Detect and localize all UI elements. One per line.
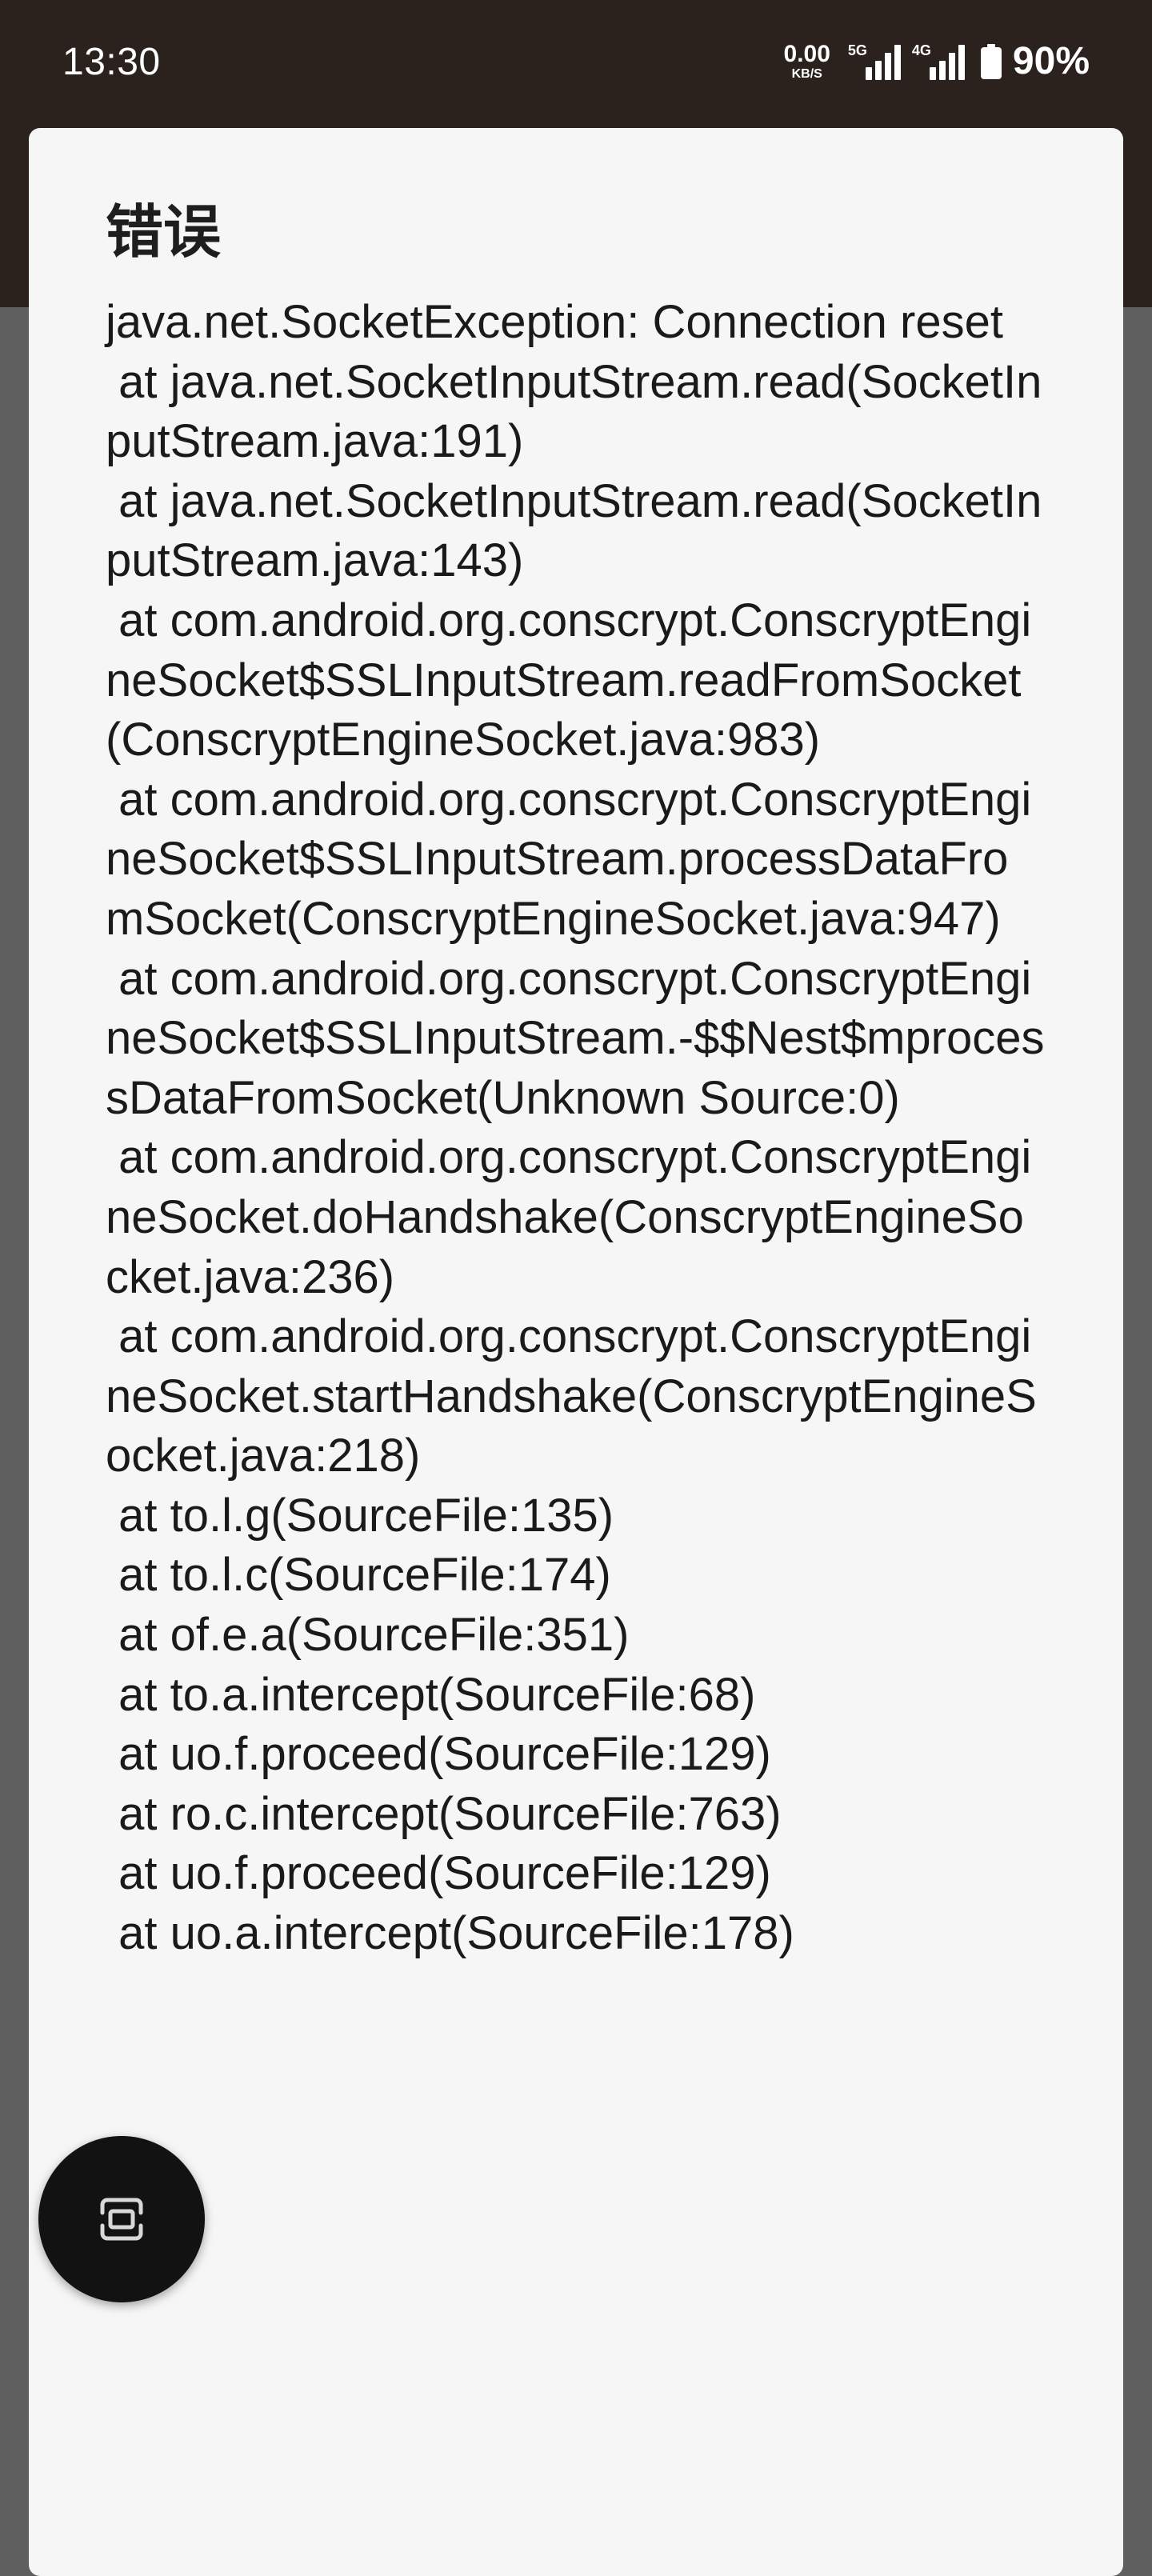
- status-bar: 13:30 0.00 KB/S 5G 4G 90%: [0, 0, 1152, 128]
- network-speed: 0.00 KB/S: [784, 42, 830, 81]
- battery-percentage: 90%: [1012, 40, 1090, 82]
- signal-5g-label: 5G: [847, 42, 867, 58]
- battery-icon: [980, 44, 1002, 79]
- error-message: java.net.SocketException: Connection res…: [106, 296, 1045, 1960]
- dialog-title: 错误: [106, 198, 222, 266]
- network-speed-value: 0.00: [783, 41, 830, 67]
- signal-4g-icon: 4G: [912, 43, 965, 80]
- status-icons: 0.00 KB/S 5G 4G 90%: [784, 35, 1090, 88]
- screen-rotate-icon: [100, 2198, 143, 2241]
- status-time: 13:30: [62, 41, 161, 83]
- network-speed-unit: KB/S: [791, 67, 822, 81]
- signal-5g-icon: 5G: [848, 43, 901, 80]
- signal-4g-label: 4G: [911, 42, 931, 58]
- rotate-screen-button[interactable]: [38, 2136, 205, 2302]
